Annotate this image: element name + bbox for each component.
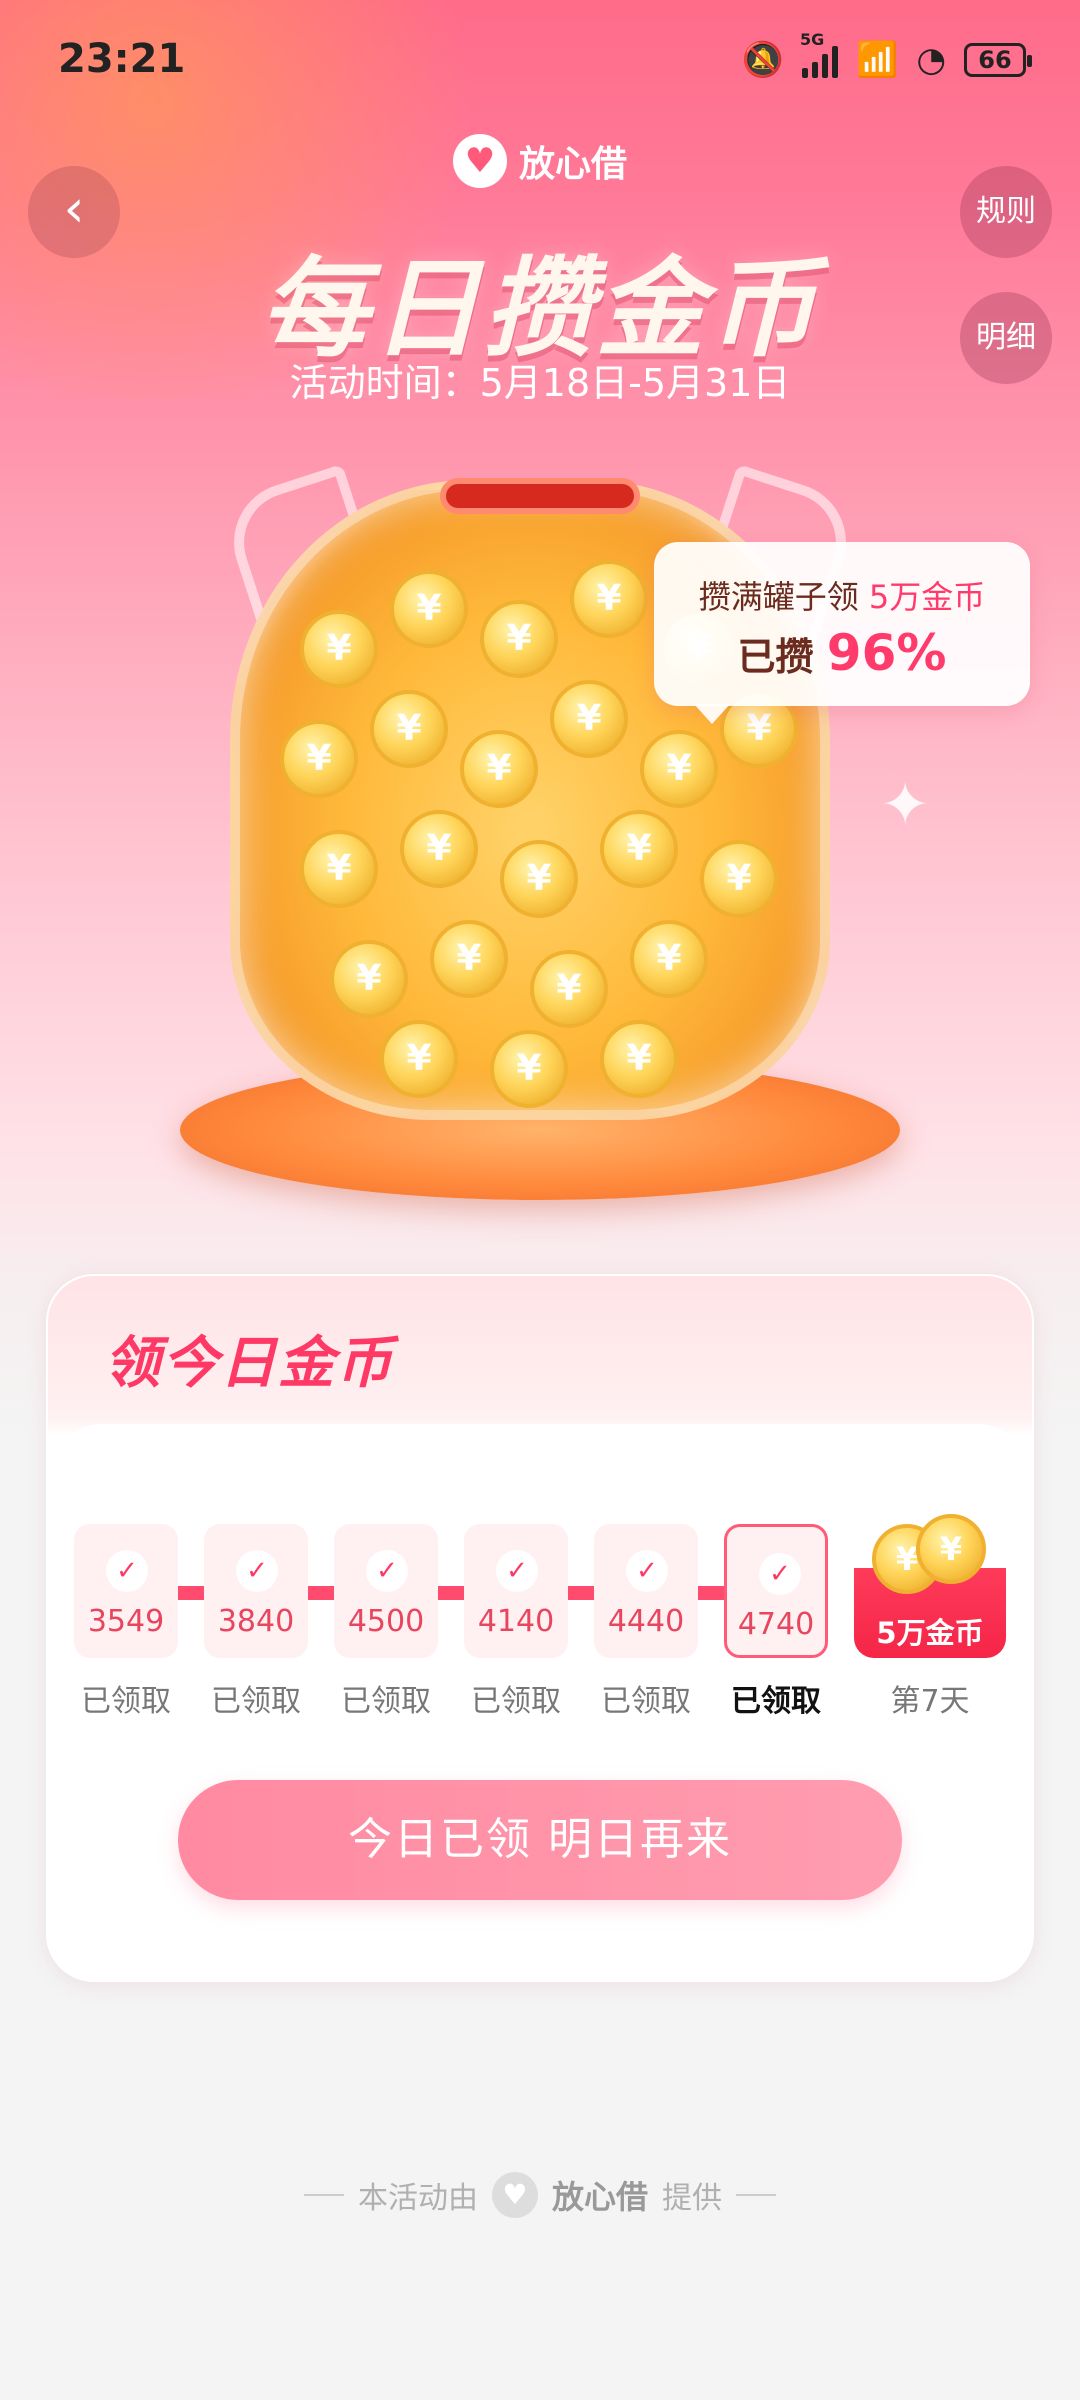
coin-icon [490, 1030, 568, 1108]
day-box-current: ✓ 4740 [724, 1524, 828, 1658]
final-day-label: 第7天 [890, 1684, 970, 1719]
footer: 本活动由 放心借 提供 [0, 2172, 1080, 2218]
coin-icon [916, 1514, 986, 1584]
bubble-goal: 攒满罐子领 5万金币 [654, 572, 1030, 618]
footer-divider [303, 2194, 344, 2196]
day-amount: 4140 [477, 1604, 555, 1639]
day-status: 已领取 [341, 1684, 431, 1719]
progress-bubble: 攒满罐子领 5万金币 已攒 96% [654, 542, 1030, 724]
day-connector [308, 1586, 334, 1600]
coin-icon [300, 610, 378, 688]
coin-icon [370, 690, 448, 768]
day-connector [438, 1586, 464, 1600]
brand: 放心借 [0, 134, 1080, 188]
day-item-3[interactable]: ✓ 4500 已领取 [334, 1524, 438, 1720]
day-item-5[interactable]: ✓ 4440 已领取 [594, 1524, 698, 1720]
coin-icon [390, 570, 468, 648]
footer-divider [736, 2194, 776, 2196]
status-icons: 🔕 5G 📶 ◔ 66 [741, 30, 1032, 82]
battery-icon: 66 [964, 43, 1032, 77]
day-item-1[interactable]: ✓ 3549 已领取 [74, 1524, 178, 1720]
day-amount: 3549 [87, 1604, 165, 1639]
activity-time: 活动时间：5月18日-5月31日 [289, 361, 791, 405]
wifi-calling-icon: 📶 [855, 40, 899, 80]
day-box: ✓ 3840 [204, 1524, 308, 1658]
check-icon: ✓ [366, 1550, 408, 1592]
final-reward: 5万金币 [876, 1616, 984, 1650]
day-item-4[interactable]: ✓ 4140 已领取 [464, 1524, 568, 1720]
coin-icon [550, 680, 628, 758]
page: 23:21 🔕 5G 📶 ◔ 66 ‹ 规则 明细 放心借 每日攒金币 活动时间… [0, 0, 1080, 2400]
day-status: 已领取 [601, 1684, 691, 1719]
check-icon: ✓ [496, 1550, 538, 1592]
coin-icon [530, 950, 608, 1028]
day-connector [568, 1586, 594, 1600]
day-amount: 4500 [347, 1604, 425, 1639]
sparkle-icon: ✦ [880, 770, 931, 840]
day-connector [178, 1586, 204, 1600]
footer-suffix: 提供 [662, 2181, 722, 2216]
coin-icon [600, 1020, 678, 1098]
coin-icon [500, 840, 578, 918]
day-box: ✓ 4140 [464, 1524, 568, 1658]
day-box: ✓ 4440 [594, 1524, 698, 1658]
check-icon: ✓ [236, 1550, 278, 1592]
day-status: 已领取 [81, 1684, 171, 1719]
saved-label: 已攒 [737, 635, 814, 679]
network-type: 5G [799, 30, 825, 49]
coin-icon [570, 560, 648, 638]
saved-percent: 96% [826, 624, 947, 682]
day-connector [698, 1586, 724, 1600]
day-box: ✓ 3549 [74, 1524, 178, 1658]
jar-slot [440, 478, 640, 514]
final-reward-box: 5万金币 [854, 1510, 1006, 1658]
coin-stack-icon [872, 1514, 988, 1594]
check-icon: ✓ [106, 1550, 148, 1592]
status-time: 23:21 [58, 36, 186, 82]
day-status: 已领取 [211, 1684, 301, 1719]
bubble-prefix: 攒满罐子领 [698, 578, 859, 616]
check-icon: ✓ [759, 1553, 801, 1595]
coin-icon [480, 600, 558, 678]
signal-icon: 5G [800, 30, 838, 78]
claim-button[interactable]: 今日已领 明日再来 [178, 1780, 902, 1900]
day-amount: 4740 [737, 1607, 815, 1642]
coin-icon [330, 940, 408, 1018]
coin-icon [640, 730, 718, 808]
coin-icon [600, 810, 678, 888]
day-status: 已领取 [731, 1684, 821, 1719]
mute-icon: 🔕 [741, 40, 784, 80]
coin-icon [430, 920, 508, 998]
brand-logo-icon [452, 134, 507, 188]
coin-icon [280, 720, 358, 798]
check-icon: ✓ [626, 1550, 668, 1592]
day-amount: 3840 [217, 1604, 295, 1639]
checkin-title: 领今日金币 [104, 1331, 394, 1396]
footer-prefix: 本活动由 [357, 2181, 478, 2216]
day-amount: 4440 [607, 1604, 685, 1639]
brand-name: 放心借 [518, 144, 627, 185]
coin-icon [630, 920, 708, 998]
coin-icon [460, 730, 538, 808]
bubble-reward: 5万金币 [868, 578, 986, 616]
brand-logo-icon [491, 2172, 538, 2218]
day-item-2[interactable]: ✓ 3840 已领取 [204, 1524, 308, 1720]
day-box: ✓ 4500 [334, 1524, 438, 1658]
coin-icon [700, 840, 778, 918]
day-item-6[interactable]: ✓ 4740 已领取 [724, 1524, 828, 1720]
bubble-progress: 已攒 96% [654, 624, 1030, 682]
status-bar: 23:21 🔕 5G 📶 ◔ 66 [0, 0, 1080, 120]
day-status: 已领取 [471, 1684, 561, 1719]
footer-brand: 放心借 [551, 2178, 648, 2216]
coin-icon [380, 1020, 458, 1098]
coin-icon [300, 830, 378, 908]
coin-icon [400, 810, 478, 888]
wifi-icon: ◔ [916, 40, 946, 80]
day-item-7[interactable]: 5万金币 第7天 [854, 1510, 1006, 1720]
